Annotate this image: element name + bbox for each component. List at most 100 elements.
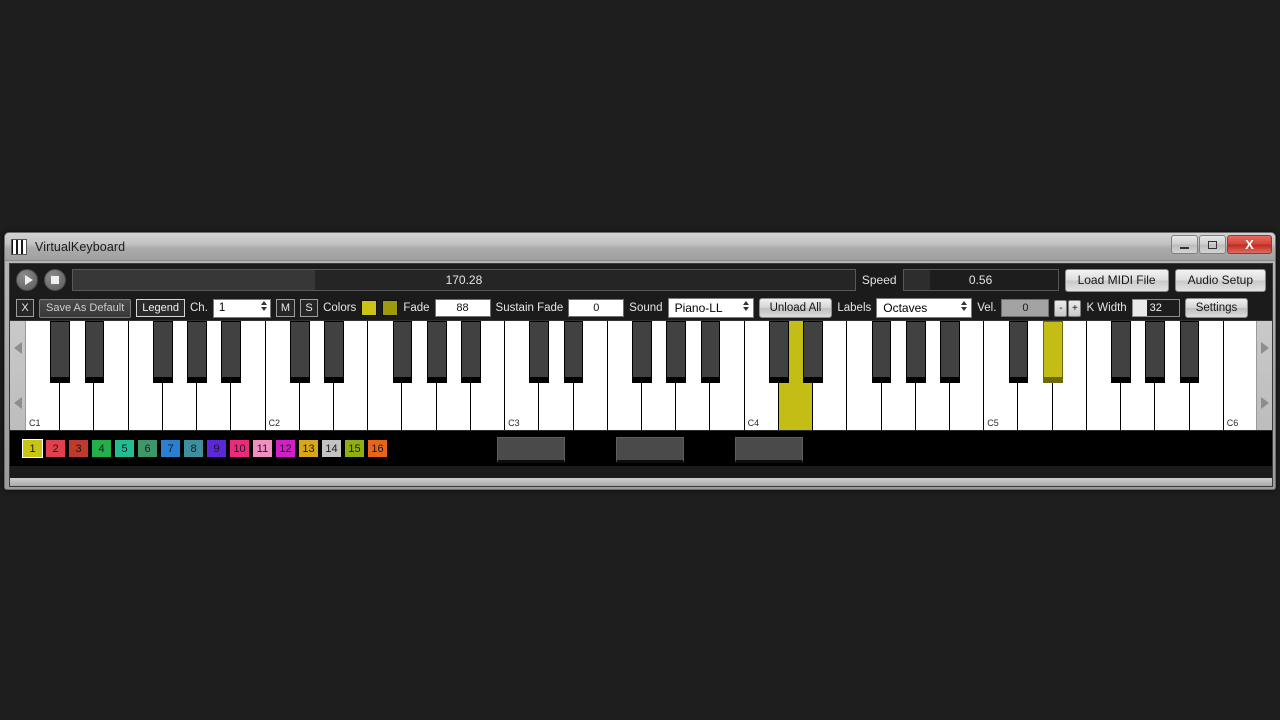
settings-button[interactable]: Settings [1184, 298, 1249, 318]
arrow-left-icon[interactable] [13, 396, 22, 409]
stop-icon [51, 276, 59, 284]
channel-chip-6[interactable]: 6 [138, 440, 157, 457]
virtual-keyboard-window: VirtualKeyboard X 170.28 Speed 0.56 Load [4, 232, 1276, 490]
speed-label: Speed [861, 273, 897, 287]
arrow-right-icon[interactable] [1260, 342, 1269, 355]
color-swatch-primary[interactable] [361, 300, 378, 316]
title-bar[interactable]: VirtualKeyboard X [5, 233, 1275, 261]
velocity-minus-button[interactable]: - [1054, 299, 1068, 317]
black-key[interactable] [152, 321, 173, 383]
scroll-right-column[interactable] [1256, 321, 1272, 430]
channel-chip-8[interactable]: 8 [184, 440, 203, 457]
black-key[interactable] [324, 321, 344, 383]
black-key[interactable] [666, 321, 687, 383]
minimize-icon [1180, 246, 1189, 249]
channel-chip-16[interactable]: 16 [368, 440, 387, 457]
solo-button[interactable]: S [300, 299, 319, 317]
black-key[interactable] [1145, 321, 1166, 383]
panel-slot-3[interactable] [735, 437, 803, 463]
speed-slider[interactable]: 0.56 [902, 269, 1059, 291]
black-key[interactable] [1179, 321, 1200, 383]
audio-setup-button[interactable]: Audio Setup [1174, 268, 1266, 292]
close-panel-button[interactable]: X [16, 299, 34, 317]
channel-chip-9[interactable]: 9 [207, 440, 226, 457]
keys-container[interactable]: C1 C2 C3 C4 C5 C6 [26, 321, 1256, 430]
channel-chip-7[interactable]: 7 [161, 440, 180, 457]
spinner-arrows-icon[interactable] [260, 300, 267, 311]
close-button[interactable]: X [1227, 235, 1272, 254]
black-key[interactable] [871, 321, 892, 383]
save-as-default-button[interactable]: Save As Default [39, 298, 132, 318]
fade-label: Fade [403, 302, 430, 314]
black-key[interactable] [289, 321, 310, 383]
black-key[interactable] [700, 321, 721, 383]
sound-select[interactable]: Piano-LL [667, 298, 754, 318]
black-key[interactable] [940, 321, 960, 383]
status-bar [10, 478, 1272, 486]
key-width-label: K Width [1086, 302, 1127, 314]
window-title: VirtualKeyboard [35, 239, 126, 254]
octave-label: C6 [1226, 418, 1239, 428]
playback-progress-slider[interactable]: 170.28 [72, 269, 856, 291]
velocity-plus-button[interactable]: + [1068, 299, 1082, 317]
black-key[interactable] [426, 321, 447, 383]
black-key[interactable] [1111, 321, 1132, 383]
black-key[interactable] [563, 321, 584, 383]
black-key[interactable] [803, 321, 824, 383]
panel-slot-1[interactable] [497, 437, 565, 463]
legend-toggle-button[interactable]: Legend [136, 299, 185, 317]
velocity-value[interactable]: 0 [1001, 299, 1050, 317]
play-button[interactable] [16, 269, 38, 291]
channel-value: 1 [218, 302, 226, 314]
channel-chip-11[interactable]: 11 [253, 440, 272, 457]
minimize-button[interactable] [1171, 235, 1198, 254]
load-midi-file-button[interactable]: Load MIDI File [1064, 268, 1169, 292]
mute-button[interactable]: M [275, 299, 296, 317]
black-key[interactable] [50, 321, 71, 383]
channel-chip-3[interactable]: 3 [69, 440, 88, 457]
channel-chip-2[interactable]: 2 [46, 440, 65, 457]
black-key[interactable] [84, 321, 105, 383]
piano-keyboard[interactable]: C1 C2 C3 C4 C5 C6 [10, 320, 1272, 430]
arrow-left-icon[interactable] [13, 342, 22, 355]
labels-select[interactable]: Octaves [876, 298, 973, 318]
black-key[interactable] [529, 321, 550, 383]
black-key[interactable] [905, 321, 926, 383]
black-key[interactable] [460, 321, 481, 383]
channel-chip-1[interactable]: 1 [22, 439, 43, 458]
black-key[interactable] [1008, 321, 1029, 383]
fade-input[interactable]: 88 [434, 299, 491, 317]
octave-label: C5 [987, 418, 999, 428]
options-bar: X Save As Default Legend Ch. 1 M S Color… [10, 296, 1272, 320]
channel-chip-12[interactable]: 12 [276, 440, 295, 457]
channel-chip-5[interactable]: 5 [115, 440, 134, 457]
playback-position-value: 170.28 [445, 273, 483, 287]
sustain-fade-input[interactable]: 0 [568, 299, 625, 317]
octave-label: C1 [29, 418, 41, 428]
panel-slot-2[interactable] [616, 437, 684, 463]
channel-legend-strip: 1 2 3 4 5 6 7 8 9 10 11 12 13 14 15 16 [10, 430, 1272, 466]
labels-label: Labels [837, 302, 872, 314]
key-width-input[interactable]: 32 [1131, 299, 1180, 317]
unload-all-button[interactable]: Unload All [758, 298, 833, 318]
transport-bar: 170.28 Speed 0.56 Load MIDI File Audio S… [10, 264, 1272, 296]
white-key[interactable]: C6 [1223, 321, 1256, 430]
black-key[interactable] [187, 321, 208, 383]
channel-chip-14[interactable]: 14 [322, 440, 341, 457]
stop-button[interactable] [44, 269, 66, 291]
channel-chip-13[interactable]: 13 [299, 440, 318, 457]
black-key[interactable] [221, 321, 242, 383]
black-key[interactable] [392, 321, 413, 383]
black-key[interactable] [768, 321, 789, 383]
black-key[interactable] [632, 321, 652, 383]
channel-chip-15[interactable]: 15 [345, 440, 364, 457]
color-swatch-secondary[interactable] [382, 300, 399, 316]
piano-keys-icon [11, 238, 27, 255]
black-key[interactable] [1042, 321, 1063, 383]
scroll-left-column[interactable] [10, 321, 26, 430]
channel-chip-10[interactable]: 10 [230, 440, 249, 457]
channel-chip-4[interactable]: 4 [92, 440, 111, 457]
arrow-right-icon[interactable] [1260, 396, 1269, 409]
channel-spinner[interactable]: 1 [212, 298, 271, 318]
maximize-button[interactable] [1199, 235, 1226, 254]
